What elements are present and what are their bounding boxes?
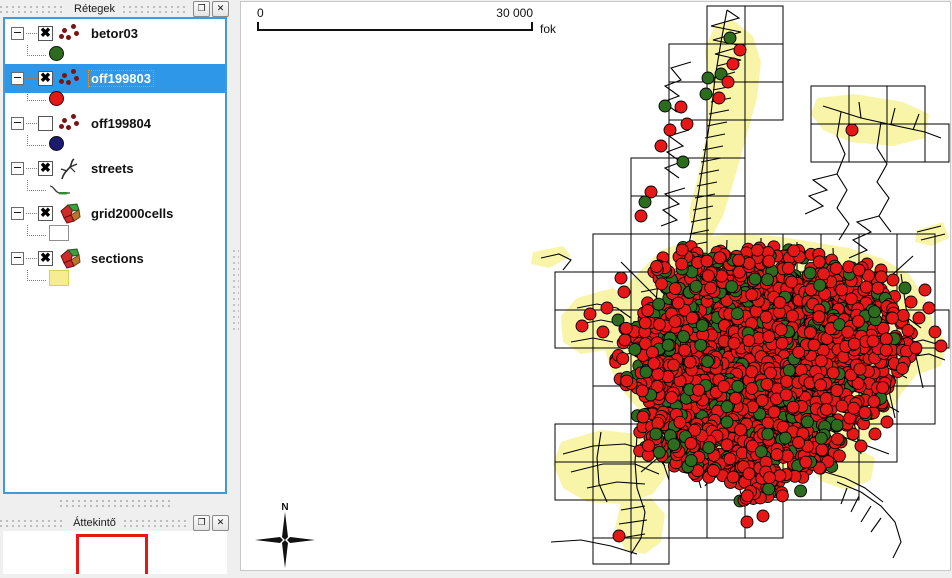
tree-elbow-icon [27,135,46,146]
float-icon[interactable]: ❐ [193,0,211,17]
overview-extent-rectangle[interactable] [76,534,148,574]
tree-elbow-icon [27,45,46,56]
overview-panel-title: Áttekintő [73,516,116,529]
panel-splitter-vertical[interactable] [232,0,240,578]
tree-connector-icon [26,167,37,170]
layer-symbol-grid2000cells [5,222,225,244]
tree-elbow-icon [27,90,46,101]
layer-symbol-streets [5,177,225,199]
layers-panel: Rétegek ❐ ✕ ✖ betor03 ✖ off199803 off199… [0,0,232,516]
scalebar-bar [257,22,533,31]
gis-application-window: Rétegek ❐ ✕ ✖ betor03 ✖ off199803 off199… [0,0,952,578]
tree-connector-icon [26,122,37,125]
layer-name-betor03: betor03 [91,26,138,41]
off199803-symbol [49,90,64,106]
layer-group-betor03: betor03 [5,19,225,64]
layer-group-streets: streets [5,154,225,199]
layer-symbol-sections [5,267,225,289]
sections-symbol [49,270,69,286]
layer-group-grid2000cells: grid2000cells [5,199,225,244]
scalebar-unit-label: fok [540,22,557,36]
streets-symbol [49,183,71,195]
compass-rose-icon [255,512,315,568]
tree-connector-icon [26,32,37,35]
tree-connector-icon [26,257,37,260]
drag-grip-right-icon[interactable] [123,4,190,13]
drag-grip-left-icon[interactable] [0,4,67,13]
layer-visibility-checkbox-grid2000cells[interactable] [38,205,53,221]
layers-panel-buttons: ❐ ✕ [189,0,232,17]
scalebar-min-label: 0 [257,6,264,20]
float-icon[interactable]: ❐ [193,514,210,531]
collapse-icon[interactable] [11,72,24,85]
layer-group-off199804: off199804 [5,109,225,154]
layer-name-grid2000cells: grid2000cells [91,206,174,221]
north-arrow: N [255,502,315,568]
tree-elbow-icon [27,180,46,191]
tree-elbow-icon [27,270,46,281]
scale-bar: 0 30 000 fok [257,6,556,36]
close-icon[interactable]: ✕ [212,514,229,531]
collapse-icon[interactable] [11,252,24,265]
layer-group-sections: sections [5,244,225,289]
layers-tree[interactable]: betor03 [3,17,227,494]
tree-connector-icon [26,212,37,215]
grid2000cells-symbol [49,225,69,241]
scalebar-max-label: 30 000 [496,6,533,20]
layers-panel-title: Rétegek [74,2,115,15]
layer-symbol-off199804 [5,132,225,154]
layer-name-off199804: off199804 [91,116,151,131]
collapse-icon[interactable] [11,117,24,130]
betor03-symbol [49,45,64,61]
layer-name-off199803: off199803 [88,70,154,87]
off199804-symbol [49,135,64,151]
layer-visibility-checkbox-off199804[interactable] [38,116,53,131]
layer-visibility-checkbox-sections[interactable] [38,250,53,266]
overview-canvas[interactable] [3,531,227,574]
overview-panel-titlebar[interactable]: Áttekintő ❐ ✕ [0,514,232,531]
drag-grip-right-icon[interactable] [123,518,189,527]
splitter-grip-icon[interactable] [233,250,239,330]
collapse-icon[interactable] [11,162,24,175]
tree-elbow-icon [27,225,46,236]
layer-visibility-checkbox-streets[interactable] [38,160,53,176]
collapse-icon[interactable] [11,207,24,220]
overview-panel: Áttekintő ❐ ✕ [0,496,232,578]
tree-connector-icon [26,77,37,80]
layer-symbol-off199803 [5,87,225,109]
map-canvas[interactable]: 0 30 000 fok N [240,1,951,571]
layers-panel-titlebar[interactable]: Rétegek ❐ ✕ [0,0,232,17]
layer-name-sections: sections [91,251,144,266]
drag-grip-left-icon[interactable] [0,518,66,527]
map-rendering [531,5,950,565]
map-bottom-strip [240,571,952,578]
close-icon[interactable]: ✕ [212,0,230,17]
layer-visibility-checkbox-off199803[interactable] [38,70,53,86]
layer-name-streets: streets [91,161,134,176]
collapse-icon[interactable] [11,27,24,40]
overview-panel-buttons: ❐ ✕ [189,514,232,531]
layer-group-off199803: off199803 [5,64,225,109]
layer-symbol-betor03 [5,42,225,64]
layer-visibility-checkbox-betor03[interactable] [38,25,53,41]
